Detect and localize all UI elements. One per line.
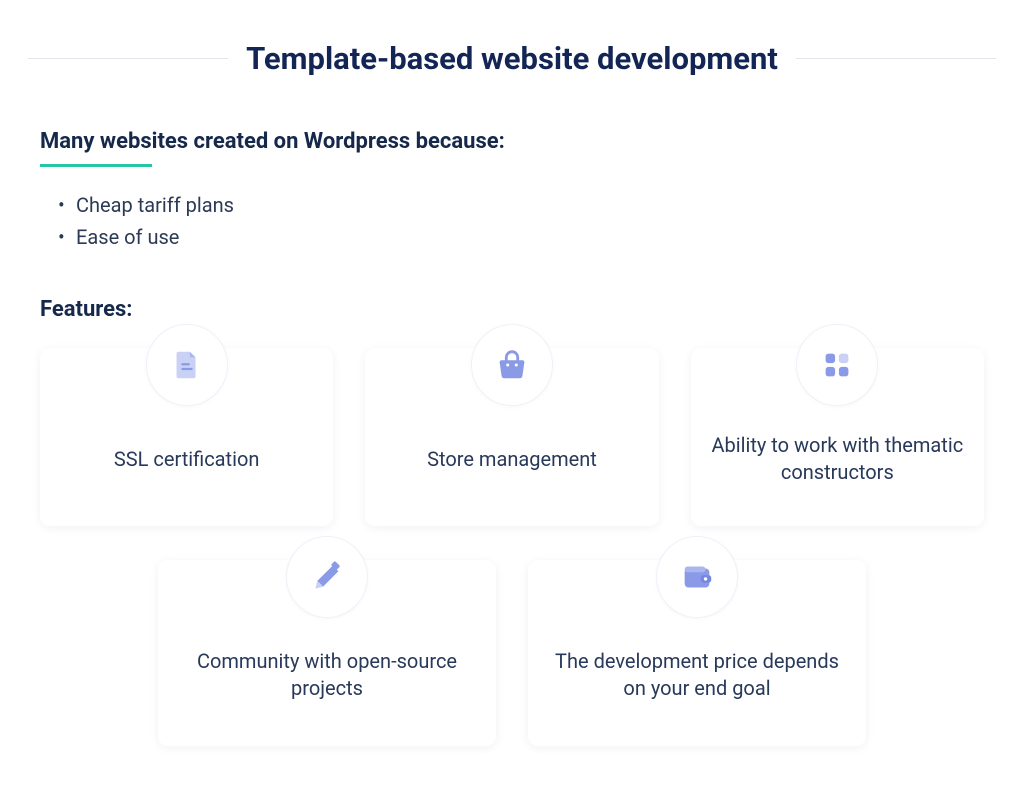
pencil-icon [286,536,368,618]
title-row: Template-based website development [0,0,1024,77]
feature-card: SSL certification [40,348,333,526]
page-title: Template-based website development [246,40,778,77]
cards-row-1: SSL certification Store management [40,348,984,526]
cards-row-2: Community with open-source projects The … [40,560,984,746]
feature-cards: SSL certification Store management [40,348,984,746]
tiles-icon [796,324,878,406]
intro-bullet-item: Ease of use [58,221,984,253]
wallet-icon [656,536,738,618]
intro-bullet-item: Cheap tariff plans [58,189,984,221]
title-rule-left [28,58,228,59]
feature-card: Ability to work with thematic constructo… [691,348,984,526]
document-icon [146,324,228,406]
feature-card: The development price depends on your en… [528,560,866,746]
feature-card-label: SSL certification [114,446,260,473]
feature-card-label: Store management [427,446,597,473]
feature-card: Store management [365,348,658,526]
accent-underline [40,164,152,167]
feature-card-label: The development price depends on your en… [542,648,852,702]
features-heading: Features: [40,297,984,322]
feature-card: Community with open-source projects [158,560,496,746]
bag-icon [471,324,553,406]
intro-heading: Many websites created on Wordpress becau… [40,129,505,154]
feature-card-label: Ability to work with thematic constructo… [705,432,970,486]
intro-bullet-list: Cheap tariff plans Ease of use [40,189,984,253]
title-rule-right [796,58,996,59]
content-area: Many websites created on Wordpress becau… [0,77,1024,746]
feature-card-label: Community with open-source projects [172,648,482,702]
